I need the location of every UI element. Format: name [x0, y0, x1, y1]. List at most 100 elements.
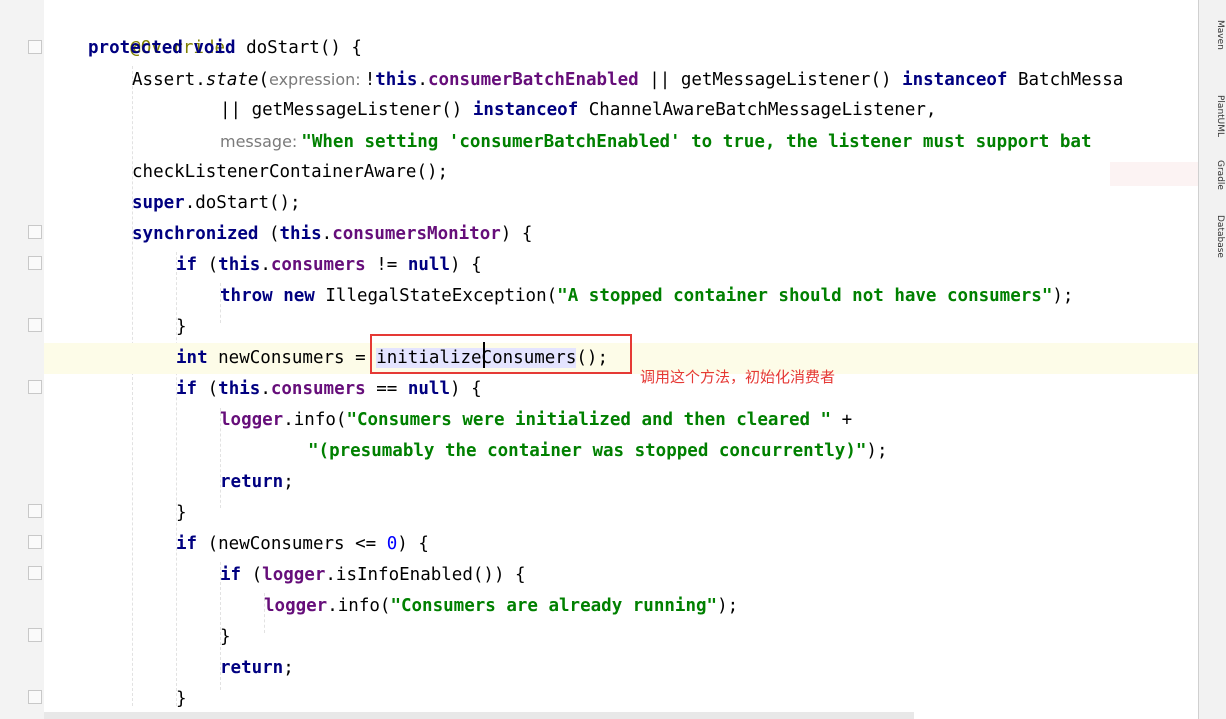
- keyword: throw: [220, 286, 273, 306]
- code-line-10: throw new IllegalStateException("A stopp…: [44, 281, 1198, 312]
- keyword: null: [407, 255, 450, 275]
- fold-marker[interactable]: [28, 690, 42, 704]
- parameter-hint: message:: [220, 132, 298, 151]
- fold-marker[interactable]: [28, 504, 42, 518]
- field-ref: logger: [264, 596, 328, 616]
- highlight-box: [370, 334, 632, 374]
- code-text: (: [241, 565, 263, 585]
- code-line-21: }: [44, 622, 1198, 653]
- keyword: this: [279, 224, 322, 244]
- field-ref: consumers: [270, 379, 366, 399]
- code-line-8: synchronized (this.consumersMonitor) {: [44, 219, 1198, 250]
- code-text: !: [364, 70, 376, 90]
- code-text: );: [717, 596, 739, 616]
- plantuml-tool-button[interactable]: PlantUML: [1201, 95, 1225, 137]
- string-literal: "A stopped container should not have con…: [557, 286, 1053, 306]
- fold-marker[interactable]: [28, 535, 42, 549]
- code-text: ) {: [450, 255, 482, 275]
- maven-tool-button[interactable]: Maven: [1201, 20, 1225, 50]
- parameter-hint: expression:: [269, 70, 361, 89]
- keyword: void: [193, 38, 236, 58]
- code-line-13: if (this.consumers == null) {: [44, 374, 1198, 405]
- code-line-14: logger.info("Consumers were initialized …: [44, 405, 1198, 436]
- code-text: +: [831, 410, 853, 430]
- code-text: ) {: [450, 379, 482, 399]
- keyword: instanceof: [902, 70, 1008, 90]
- code-text: (newConsumers <=: [197, 534, 387, 554]
- code-line-17: }: [44, 498, 1198, 529]
- code-line-16: return;: [44, 467, 1198, 498]
- code-line-18: if (newConsumers <= 0) {: [44, 529, 1198, 560]
- closing-brace: }: [176, 503, 187, 523]
- code-text: .doStart();: [184, 193, 301, 213]
- keyword: super: [132, 193, 185, 213]
- fold-marker[interactable]: [28, 566, 42, 580]
- code-text: || getMessageListener(): [638, 70, 903, 90]
- code-text: BatchMessa: [1007, 70, 1124, 90]
- code-text: ==: [365, 379, 408, 399]
- decorative-overlay: [1110, 162, 1198, 186]
- code-text: .: [321, 224, 333, 244]
- code-text: .info(: [327, 596, 391, 616]
- code-line-19: if (logger.isInfoEnabled()) {: [44, 560, 1198, 591]
- database-tool-button[interactable]: Database: [1201, 215, 1225, 258]
- keyword: if: [176, 255, 198, 275]
- code-text: IllegalStateException(: [314, 286, 558, 306]
- keyword: instanceof: [472, 100, 579, 120]
- code-text: );: [866, 441, 888, 461]
- field-ref: logger: [262, 565, 326, 585]
- keyword: new: [283, 286, 315, 306]
- keyword: protected: [88, 38, 183, 58]
- code-line-9: if (this.consumers != null) {: [44, 250, 1198, 281]
- code-text: ;: [283, 658, 294, 678]
- code-text: .: [260, 255, 271, 275]
- code-line-4: || getMessageListener() instanceof Chann…: [44, 95, 1198, 126]
- code-text: (: [258, 224, 280, 244]
- code-text: ) {: [397, 534, 429, 554]
- code-text: (: [197, 379, 219, 399]
- keyword: int: [176, 348, 208, 368]
- keyword: return: [220, 658, 284, 678]
- code-line-2: protected void doStart() {: [44, 33, 1198, 64]
- closing-brace: }: [176, 689, 187, 709]
- code-line-7: super.doStart();: [44, 188, 1198, 219]
- callout-annotation: 调用这个方法，初始化消费者: [640, 368, 836, 386]
- horizontal-scrollbar[interactable]: [44, 712, 914, 719]
- code-text: (: [197, 255, 219, 275]
- field-ref: consumerBatchEnabled: [427, 70, 639, 90]
- code-text: checkListenerContainerAware();: [132, 162, 449, 182]
- keyword: if: [220, 565, 242, 585]
- closing-brace: }: [220, 627, 231, 647]
- keyword: this: [218, 255, 261, 275]
- code-text: ) {: [500, 224, 533, 244]
- code-line-20: logger.info("Consumers are already runni…: [44, 591, 1198, 622]
- fold-marker[interactable]: [28, 318, 42, 332]
- gradle-tool-button[interactable]: Gradle: [1201, 160, 1225, 190]
- code-line-5: message: "When setting 'consumerBatchEnab…: [44, 126, 1198, 157]
- code-line-23: }: [44, 684, 1198, 712]
- code-line-1: @Override: [44, 2, 1198, 58]
- fold-marker[interactable]: [28, 40, 42, 54]
- method-name: state: [205, 70, 259, 90]
- code-text: || getMessageListener(): [220, 100, 473, 120]
- string-literal: "When setting 'consumerBatchEnabled' to …: [301, 132, 1092, 152]
- field-ref: logger: [220, 410, 284, 430]
- fold-marker[interactable]: [28, 225, 42, 239]
- code-line-3: Assert.state(expression: !this.consumerBa…: [44, 64, 1198, 95]
- number-literal: 0: [386, 534, 398, 554]
- fold-marker[interactable]: [28, 628, 42, 642]
- code-text: ChannelAwareBatchMessageListener,: [578, 100, 937, 120]
- fold-marker[interactable]: [28, 256, 42, 270]
- code-text: .: [417, 70, 428, 90]
- closing-brace: }: [176, 317, 187, 337]
- editor-gutter: [0, 0, 44, 719]
- code-line-6: checkListenerContainerAware();: [44, 157, 1198, 188]
- keyword: if: [176, 534, 198, 554]
- code-line-15: "(presumably the container was stopped c…: [44, 436, 1198, 467]
- fold-marker[interactable]: [28, 380, 42, 394]
- keyword: null: [407, 379, 450, 399]
- code-text: .isInfoEnabled()) {: [325, 565, 526, 585]
- code-text: );: [1052, 286, 1074, 306]
- string-literal: "Consumers are already running": [390, 596, 718, 616]
- code-text: Assert.: [132, 70, 206, 90]
